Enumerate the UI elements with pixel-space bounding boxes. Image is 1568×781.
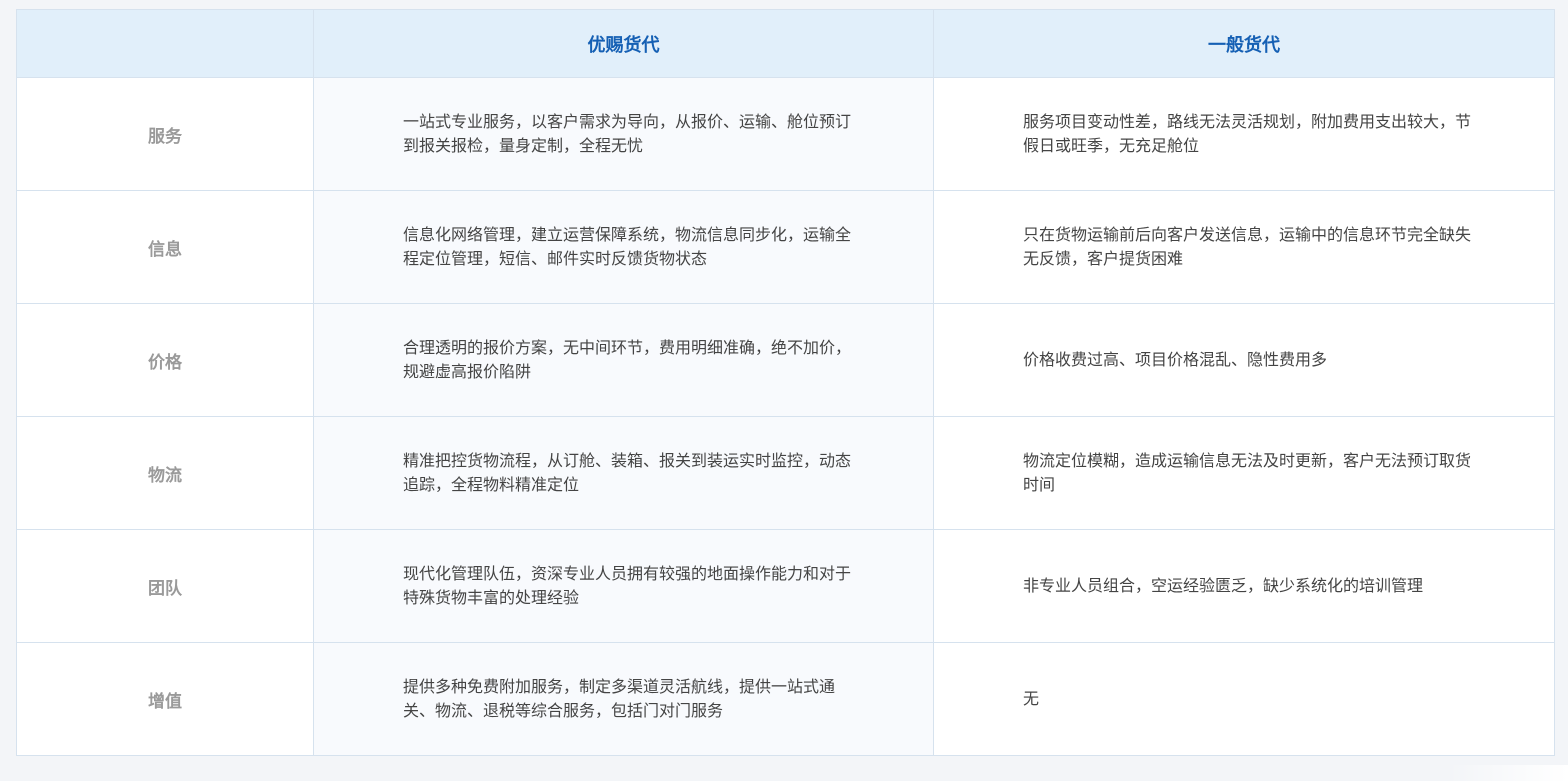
youci-cell: 精准把控货物流程，从订舱、装箱、报关到装运实时监控，动态追踪，全程物料精准定位 [313,416,934,530]
table-row-info: 信息 信息化网络管理，建立运营保障系统，物流信息同步化，运输全程定位管理，短信、… [16,190,1555,304]
general-cell: 服务项目变动性差，路线无法灵活规划，附加费用支出较大，节假日或旺季，无充足舱位 [933,77,1555,191]
youci-cell: 一站式专业服务，以客户需求为导向，从报价、运输、舱位预订到报关报检，量身定制，全… [313,77,934,191]
general-cell: 价格收费过高、项目价格混乱、隐性费用多 [933,303,1555,417]
corner-decoration [1448,765,1568,781]
youci-cell-text: 合理透明的报价方案，无中间环节，费用明细准确，绝不加价，规避虚高报价陷阱 [403,338,852,381]
youci-cell: 提供多种免费附加服务，制定多渠道灵活航线，提供一站式通关、物流、退税等综合服务，… [313,642,934,756]
table-row-service: 服务 一站式专业服务，以客户需求为导向，从报价、运输、舱位预订到报关报检，量身定… [16,77,1555,191]
youci-cell-text: 精准把控货物流程，从订舱、装箱、报关到装运实时监控，动态追踪，全程物料精准定位 [403,451,852,494]
row-label: 增值 [16,642,314,756]
table-row-logistics: 物流 精准把控货物流程，从订舱、装箱、报关到装运实时监控，动态追踪，全程物料精准… [16,416,1555,530]
youci-cell: 合理透明的报价方案，无中间环节，费用明细准确，绝不加价，规避虚高报价陷阱 [313,303,934,417]
youci-cell: 现代化管理队伍，资深专业人员拥有较强的地面操作能力和对于特殊货物丰富的处理经验 [313,529,934,643]
general-cell-text: 物流定位模糊，造成运输信息无法及时更新，客户无法预订取货时间 [1023,451,1472,494]
table-row-team: 团队 现代化管理队伍，资深专业人员拥有较强的地面操作能力和对于特殊货物丰富的处理… [16,529,1555,643]
table-row-value-added: 增值 提供多种免费附加服务，制定多渠道灵活航线，提供一站式通关、物流、退税等综合… [16,642,1555,756]
youci-cell-text: 一站式专业服务，以客户需求为导向，从报价、运输、舱位预订到报关报检，量身定制，全… [403,112,852,155]
general-cell-text: 无 [1023,689,1040,708]
youci-cell-text: 现代化管理队伍，资深专业人员拥有较强的地面操作能力和对于特殊货物丰富的处理经验 [403,564,852,607]
youci-cell-text: 信息化网络管理，建立运营保障系统，物流信息同步化，运输全程定位管理，短信、邮件实… [403,225,852,268]
general-cell-text: 价格收费过高、项目价格混乱、隐性费用多 [1023,350,1328,369]
row-label: 信息 [16,190,314,304]
row-label: 团队 [16,529,314,643]
general-cell-text: 非专业人员组合，空运经验匮乏，缺少系统化的培训管理 [1023,576,1424,595]
general-cell-text: 只在货物运输前后向客户发送信息，运输中的信息环节完全缺失无反馈，客户提货困难 [1023,225,1472,268]
row-label: 物流 [16,416,314,530]
table-header-row: 优赐货代 一般货代 [16,9,1555,78]
row-label: 价格 [16,303,314,417]
table-row-price: 价格 合理透明的报价方案，无中间环节，费用明细准确，绝不加价，规避虚高报价陷阱 … [16,303,1555,417]
row-label: 服务 [16,77,314,191]
header-youci-column: 优赐货代 [313,9,934,78]
general-cell: 只在货物运输前后向客户发送信息，运输中的信息环节完全缺失无反馈，客户提货困难 [933,190,1555,304]
comparison-table: 优赐货代 一般货代 服务 一站式专业服务，以客户需求为导向，从报价、运输、舱位预… [16,9,1555,756]
header-general-column: 一般货代 [933,9,1555,78]
general-cell: 无 [933,642,1555,756]
youci-cell: 信息化网络管理，建立运营保障系统，物流信息同步化，运输全程定位管理，短信、邮件实… [313,190,934,304]
header-empty-cell [16,9,314,78]
youci-cell-text: 提供多种免费附加服务，制定多渠道灵活航线，提供一站式通关、物流、退税等综合服务，… [403,677,836,720]
general-cell-text: 服务项目变动性差，路线无法灵活规划，附加费用支出较大，节假日或旺季，无充足舱位 [1023,112,1472,155]
general-cell: 物流定位模糊，造成运输信息无法及时更新，客户无法预订取货时间 [933,416,1555,530]
general-cell: 非专业人员组合，空运经验匮乏，缺少系统化的培训管理 [933,529,1555,643]
